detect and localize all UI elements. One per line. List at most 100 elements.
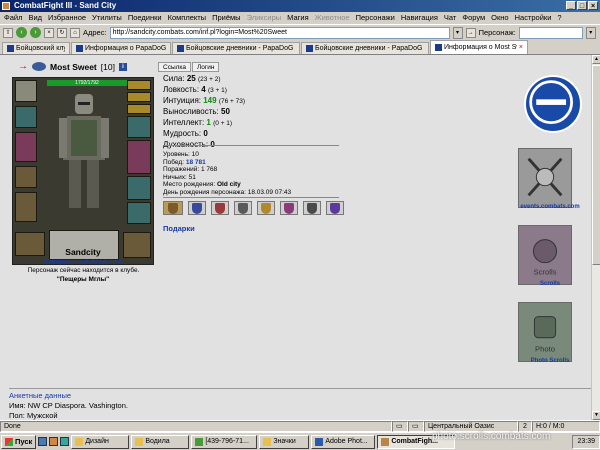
- stop-icon[interactable]: ×: [44, 27, 54, 38]
- browser-tab[interactable]: Бойцовские дневники - PapaDoG: [172, 42, 300, 54]
- browser-tab[interactable]: Бойцовский клуб: [2, 42, 70, 54]
- vertical-scrollbar[interactable]: ▲ ▼: [591, 55, 600, 420]
- location-name: "Пещеры Мглы": [56, 276, 110, 283]
- start-label: Пуск: [15, 436, 33, 446]
- info-row: Место рождения: Old city: [163, 181, 291, 189]
- clan-badge-icon-3[interactable]: [234, 201, 252, 215]
- taskbar-button[interactable]: Adobe Phot...: [311, 434, 376, 449]
- menu-item[interactable]: Избранное: [48, 12, 86, 24]
- character-info-page: → Most Sweet [10] i Ссылка Логин 1792/17…: [0, 55, 600, 420]
- address-input[interactable]: http://sandcity.combats.com/inf.pl?login…: [109, 26, 450, 39]
- menu-item[interactable]: Навигация: [401, 12, 438, 24]
- menu-item[interactable]: Утилиты: [92, 12, 122, 24]
- ring-slot-1[interactable]: [127, 80, 151, 90]
- ring-slot-3[interactable]: [127, 104, 151, 114]
- address-dropdown-icon[interactable]: ▾: [452, 26, 463, 39]
- tab-label: Бойцовский клуб: [16, 44, 65, 52]
- character-search-input[interactable]: [518, 26, 583, 39]
- quick-launch-icon-2[interactable]: [49, 437, 59, 446]
- scroll-badge-icon[interactable]: [163, 201, 183, 215]
- taskbar-button[interactable]: Значки: [259, 434, 310, 449]
- boots-slot[interactable]: [127, 202, 151, 224]
- gloves-slot[interactable]: [127, 116, 151, 138]
- menu-item[interactable]: Чат: [444, 12, 456, 24]
- stat-bonus: (0 + 1): [213, 120, 233, 127]
- info-value: 10: [191, 151, 199, 158]
- weapon-right-slot[interactable]: [127, 140, 151, 174]
- ring-slot-2[interactable]: [127, 92, 151, 102]
- gifts-link[interactable]: Подарки: [163, 224, 195, 233]
- forward-icon[interactable]: ›: [30, 27, 41, 38]
- taskbar-app-icon: [263, 437, 272, 446]
- info-row: Уровень: 10: [163, 151, 291, 159]
- menu-item[interactable]: Поединки: [128, 12, 162, 24]
- scrolls-link[interactable]: Scrolls: [516, 281, 584, 287]
- info-label: Уровень:: [163, 151, 190, 158]
- browser-tab[interactable]: Информация о PapaDoG: [71, 42, 171, 54]
- browser-tab[interactable]: Информация о Most Sweet×: [430, 40, 528, 54]
- taskbar-button[interactable]: CombatFigh...: [377, 434, 456, 449]
- clan-badge-icon-1[interactable]: [188, 201, 206, 215]
- weapon-left-slot[interactable]: [15, 132, 37, 162]
- home-icon[interactable]: ⌂: [70, 27, 80, 38]
- browser-tab[interactable]: Бойцовские дневники - PapaDoG: [301, 42, 429, 54]
- menu-item[interactable]: Форум: [462, 12, 485, 24]
- start-button[interactable]: Пуск: [1, 434, 37, 449]
- menu-item[interactable]: Магия: [287, 12, 309, 24]
- menu-item[interactable]: Животное: [315, 12, 350, 24]
- clan-badge-icon-4[interactable]: [257, 201, 275, 215]
- status-page-icon: ▭: [392, 421, 408, 432]
- link-button[interactable]: Ссылка: [158, 62, 192, 72]
- menu-item[interactable]: Файл: [4, 12, 22, 24]
- menu-item[interactable]: Эликсиры: [247, 12, 282, 24]
- scrolls-image[interactable]: Scrolls: [518, 225, 572, 285]
- maximize-button[interactable]: □: [577, 1, 587, 10]
- info-icon[interactable]: i: [118, 62, 127, 71]
- clan-emblem-icon[interactable]: [32, 62, 46, 71]
- taskbar-button[interactable]: Водила: [131, 434, 190, 449]
- scroll-thumb[interactable]: [592, 65, 600, 265]
- info-value: 18.03.09 07:43: [247, 188, 292, 196]
- armor-slot[interactable]: [15, 106, 37, 128]
- helmet-slot[interactable]: [15, 80, 37, 102]
- no-entry-circle-logo[interactable]: [524, 75, 582, 133]
- shield-slot[interactable]: [15, 166, 37, 188]
- scroll-down-icon[interactable]: ▼: [592, 411, 600, 420]
- clan-badge-icon-7[interactable]: [326, 201, 344, 215]
- belt-slot[interactable]: [15, 192, 37, 222]
- search-dropdown-icon[interactable]: ▾: [585, 26, 596, 39]
- completed-fights-link[interactable]: Завершенные поединки: [12, 258, 154, 265]
- taskbar-app-icon: [135, 437, 144, 446]
- minimize-button[interactable]: _: [566, 1, 576, 10]
- photo-scrolls-image[interactable]: Photo: [518, 302, 572, 362]
- clan-badge-icon-2[interactable]: [211, 201, 229, 215]
- login-button[interactable]: Логин: [192, 62, 220, 72]
- stat-label: Интуиция:: [163, 96, 201, 105]
- clan-badge-icon-5[interactable]: [280, 201, 298, 215]
- stats-divider: [163, 145, 339, 146]
- taskbar-button[interactable]: Дизайн: [71, 434, 130, 449]
- go-icon[interactable]: →: [465, 27, 476, 38]
- menu-item[interactable]: ?: [557, 12, 561, 24]
- events-link[interactable]: events.combats.com: [516, 204, 584, 210]
- photo-scrolls-link[interactable]: Photo Scrolls: [516, 358, 584, 364]
- close-button[interactable]: ×: [588, 1, 598, 10]
- status-zone: Центральный Оазис: [424, 421, 518, 432]
- leggings-slot[interactable]: [127, 176, 151, 200]
- menu-item[interactable]: Окно: [491, 12, 508, 24]
- menu-item[interactable]: Комплекты: [168, 12, 207, 24]
- clan-badge-icon-6[interactable]: [303, 201, 321, 215]
- close-tab-icon[interactable]: ×: [519, 42, 523, 54]
- forward-arrow-icon[interactable]: ⇧: [3, 27, 13, 38]
- menu-item[interactable]: Приёмы: [212, 12, 240, 24]
- refresh-icon[interactable]: ↻: [57, 27, 67, 38]
- taskbar-button[interactable]: [439-796-71...: [191, 434, 258, 449]
- events-scroll-image[interactable]: [518, 148, 572, 208]
- menu-item[interactable]: Настройки: [515, 12, 552, 24]
- menu-item[interactable]: Персонажи: [356, 12, 395, 24]
- back-icon[interactable]: ‹: [16, 27, 27, 38]
- quick-launch-icon-1[interactable]: [38, 437, 48, 446]
- menu-item[interactable]: Вид: [28, 12, 42, 24]
- quick-launch-icon-3[interactable]: [60, 437, 70, 446]
- scroll-up-icon[interactable]: ▲: [592, 55, 600, 64]
